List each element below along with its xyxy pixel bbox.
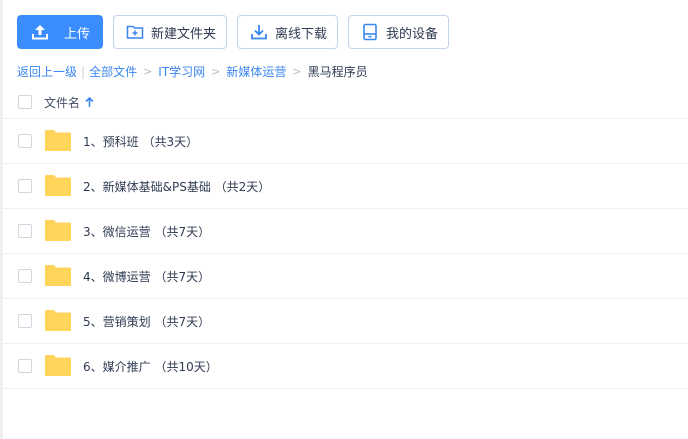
file-name[interactable]: 3、微信运营 （共7天） bbox=[83, 223, 210, 240]
sort-arrow-up-icon bbox=[85, 97, 94, 108]
row-checkbox[interactable] bbox=[18, 179, 32, 193]
row-checkbox[interactable] bbox=[18, 359, 32, 373]
new-folder-button[interactable]: 新建文件夹 bbox=[113, 15, 228, 49]
download-icon bbox=[249, 22, 269, 42]
device-icon bbox=[360, 22, 380, 42]
my-devices-button-label: 我的设备 bbox=[386, 26, 439, 42]
filename-header-label: 文件名 bbox=[44, 96, 81, 110]
filename-column-header[interactable]: 文件名 bbox=[44, 94, 94, 111]
new-folder-icon bbox=[125, 22, 145, 42]
breadcrumb-divider: | bbox=[81, 64, 86, 79]
folder-icon bbox=[45, 220, 71, 241]
my-devices-button[interactable]: 我的设备 bbox=[348, 15, 450, 49]
folder-icon bbox=[45, 265, 71, 286]
offline-download-button-label: 离线下载 bbox=[275, 26, 328, 42]
file-name[interactable]: 1、预科班 （共3天） bbox=[83, 133, 198, 150]
list-item[interactable]: 3、微信运营 （共7天） bbox=[0, 209, 688, 254]
upload-icon bbox=[30, 22, 50, 42]
row-checkbox[interactable] bbox=[18, 269, 32, 283]
list-item[interactable]: 5、营销策划 （共7天） bbox=[0, 299, 688, 344]
new-folder-button-label: 新建文件夹 bbox=[151, 26, 217, 42]
file-name[interactable]: 5、营销策划 （共7天） bbox=[83, 313, 210, 330]
list-item[interactable]: 1、预科班 （共3天） bbox=[0, 119, 688, 164]
file-name[interactable]: 4、微博运营 （共7天） bbox=[83, 268, 210, 285]
chevron-right-icon: > bbox=[292, 65, 302, 78]
breadcrumb-item[interactable]: 新媒体运营 bbox=[226, 63, 286, 80]
file-list: 1、预科班 （共3天） 2、新媒体基础&PS基础 （共2天） 3、微信运营 （共… bbox=[0, 119, 688, 389]
chevron-right-icon: > bbox=[211, 65, 221, 78]
file-name[interactable]: 6、媒介推广 （共10天） bbox=[83, 358, 218, 375]
folder-icon bbox=[45, 310, 71, 331]
select-all-checkbox[interactable] bbox=[18, 95, 32, 109]
list-item[interactable]: 2、新媒体基础&PS基础 （共2天） bbox=[0, 164, 688, 209]
folder-icon bbox=[45, 175, 71, 196]
list-header: 文件名 bbox=[0, 87, 688, 119]
row-checkbox[interactable] bbox=[18, 314, 32, 328]
breadcrumb-item[interactable]: IT学习网 bbox=[158, 63, 205, 80]
list-item[interactable]: 4、微博运营 （共7天） bbox=[0, 254, 688, 299]
breadcrumb-item[interactable]: 全部文件 bbox=[89, 63, 137, 80]
folder-icon bbox=[45, 130, 71, 151]
file-manager: 上传 新建文件夹 离线下载 我的设备 返回上一级 | 全部文件 > IT学习网 … bbox=[0, 0, 688, 439]
list-item[interactable]: 6、媒介推广 （共10天） bbox=[0, 344, 688, 389]
breadcrumb-current: 黑马程序员 bbox=[307, 65, 368, 79]
row-checkbox[interactable] bbox=[18, 134, 32, 148]
offline-download-button[interactable]: 离线下载 bbox=[237, 15, 339, 49]
chevron-right-icon: > bbox=[143, 65, 153, 78]
upload-button[interactable]: 上传 bbox=[17, 15, 103, 49]
row-checkbox[interactable] bbox=[18, 224, 32, 238]
breadcrumb: 返回上一级 | 全部文件 > IT学习网 > 新媒体运营 > 黑马程序员 bbox=[17, 63, 368, 80]
upload-button-label: 上传 bbox=[64, 26, 91, 42]
toolbar: 上传 新建文件夹 离线下载 我的设备 bbox=[17, 15, 450, 49]
breadcrumb-back-link[interactable]: 返回上一级 bbox=[17, 63, 77, 80]
file-name[interactable]: 2、新媒体基础&PS基础 （共2天） bbox=[83, 178, 270, 195]
folder-icon bbox=[45, 355, 71, 376]
